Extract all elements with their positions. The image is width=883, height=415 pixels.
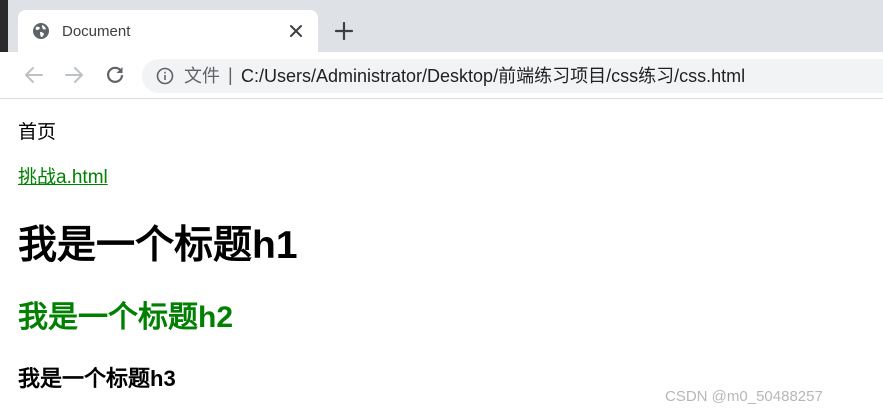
url-separator: | [228, 65, 233, 85]
reload-icon[interactable] [104, 64, 126, 86]
home-text: 首页 [18, 122, 57, 143]
forward-arrow-icon[interactable] [63, 64, 85, 86]
tab-document[interactable]: Document [18, 10, 318, 52]
info-icon[interactable] [156, 67, 174, 85]
url-scheme-label: 文件 [184, 66, 220, 86]
back-arrow-icon[interactable] [23, 64, 45, 86]
address-bar[interactable]: 文件 | C:/Users/Administrator/Desktop/前端练习… [142, 59, 883, 93]
watermark: CSDN @m0_50488257 [665, 388, 823, 405]
heading-h3: 我是一个标题h3 [18, 366, 176, 391]
heading-h1: 我是一个标题h1 [18, 224, 298, 267]
window-edge [0, 0, 8, 52]
plus-icon[interactable] [333, 20, 355, 42]
challenge-link[interactable]: 挑战a.html [18, 167, 108, 189]
heading-h2: 我是一个标题h2 [18, 301, 234, 334]
tab-strip: Document [0, 0, 883, 52]
browser-window: Document 文件 | C:/Users/Administrator/Des… [0, 0, 883, 415]
tab-title: Document [62, 23, 131, 40]
url-text[interactable]: C:/Users/Administrator/Desktop/前端练习项目/cs… [241, 66, 745, 86]
globe-icon [33, 23, 49, 39]
toolbar: 文件 | C:/Users/Administrator/Desktop/前端练习… [0, 52, 883, 99]
close-icon[interactable] [286, 21, 306, 41]
